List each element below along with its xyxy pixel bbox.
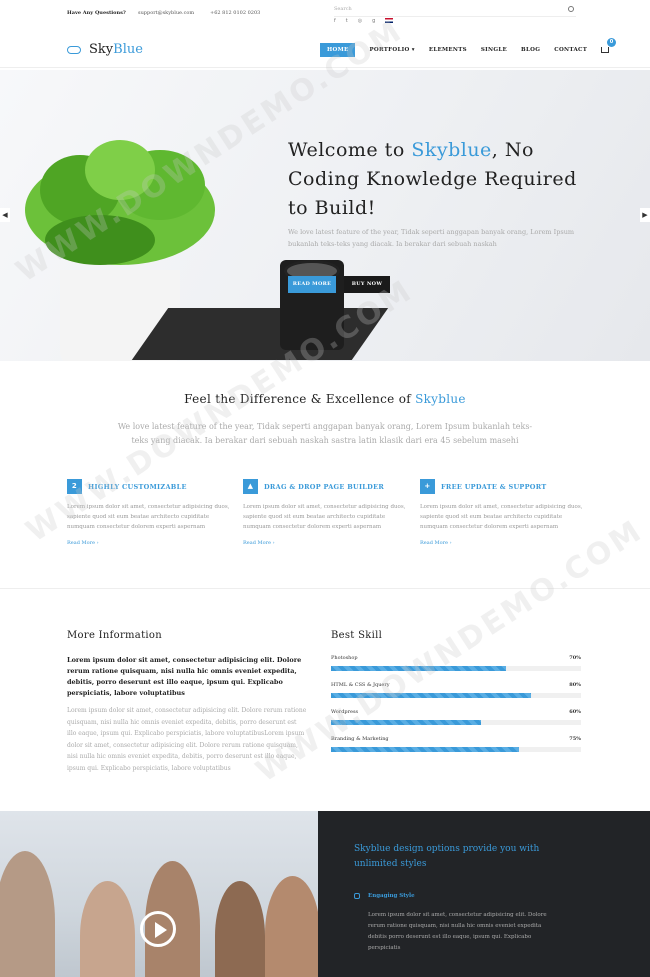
- top-bar: Have Any Questions? support@skyblue.com …: [0, 0, 650, 30]
- features-title: Feel the Difference & Excellence of Skyb…: [0, 392, 650, 406]
- styles-panel: Skyblue design options provide you with …: [318, 811, 650, 977]
- features-title-a: Feel the Difference & Excellence of: [184, 392, 411, 406]
- person-figure: [80, 881, 135, 977]
- facebook-icon[interactable]: f: [334, 18, 336, 24]
- skill-fill: [331, 747, 519, 752]
- nav-portfolio[interactable]: PORTFOLIO ▾: [369, 47, 414, 53]
- person-figure: [265, 876, 318, 977]
- hero-slider: Welcome to Skyblue, No Coding Knowledge …: [0, 70, 650, 361]
- style-text: Lorem ipsum dolor sit amet, consectetur …: [368, 912, 547, 951]
- nav-blog[interactable]: BLOG: [521, 47, 540, 53]
- play-video-icon[interactable]: [140, 911, 176, 947]
- site-header: SkyBlue HOME PORTFOLIO ▾ ELEMENTS SINGLE…: [0, 34, 650, 68]
- logo-text-a: Sky: [89, 42, 114, 57]
- twitter-icon[interactable]: t: [346, 18, 348, 24]
- logo-text-b: Blue: [113, 42, 143, 57]
- slider-prev-icon[interactable]: ◀: [0, 208, 10, 222]
- social-links: f t ◎ g: [334, 18, 394, 24]
- nav-home[interactable]: HOME: [320, 43, 356, 57]
- skill-bar: Wordpress 60%: [331, 709, 581, 725]
- feature-card: ▲ DRAG & DROP PAGE BUILDER Lorem ipsum do…: [243, 479, 413, 546]
- feature-text: Lorem ipsum dolor sit amet, consectetur …: [243, 504, 406, 530]
- hero-title-a: Welcome to: [288, 139, 405, 161]
- phone-text: +62 812 0102 0203: [210, 10, 261, 16]
- hand-icon: [354, 893, 360, 899]
- team-photo: [0, 811, 318, 977]
- skill-bar: Photoshop 70%: [331, 655, 581, 671]
- section-divider: [0, 588, 650, 589]
- search-placeholder: Search: [334, 6, 352, 12]
- read-more-link[interactable]: Read More ›: [420, 540, 590, 546]
- feature-title: HIGHLY CUSTOMIZABLE: [88, 482, 187, 491]
- skill-name: Wordpress: [331, 709, 359, 715]
- info-body: Lorem ipsum dolor sit amet, consectetur …: [67, 707, 307, 772]
- nav-elements[interactable]: ELEMENTS: [429, 47, 467, 53]
- hero-title: Welcome to Skyblue, No Coding Knowledge …: [288, 136, 588, 223]
- skill-pct: 80%: [569, 682, 581, 688]
- skill-pct: 75%: [569, 736, 581, 742]
- feature-text: Lorem ipsum dolor sit amet, consectetur …: [67, 504, 230, 530]
- cart-badge: 0: [607, 38, 617, 47]
- uk-flag-icon[interactable]: [385, 18, 394, 23]
- instagram-icon[interactable]: ◎: [358, 18, 362, 24]
- skill-fill: [331, 693, 531, 698]
- question-text: Have Any Questions?: [67, 10, 126, 16]
- read-more-button[interactable]: READ MORE: [288, 276, 336, 293]
- nav-single[interactable]: SINGLE: [481, 47, 507, 53]
- skill-bar: Branding & Marketing 75%: [331, 736, 581, 752]
- slider-next-icon[interactable]: ▶: [640, 208, 650, 222]
- camera-lens-image: [280, 260, 344, 350]
- skill-fill: [331, 666, 506, 671]
- info-lead: Lorem ipsum dolor sit amet, consectetur …: [67, 656, 302, 697]
- number-icon: 2: [67, 479, 82, 494]
- search-icon[interactable]: [568, 6, 574, 12]
- feature-card: 2 HIGHLY CUSTOMIZABLE Lorem ipsum dolor s…: [67, 479, 237, 546]
- skill-pct: 70%: [569, 655, 581, 661]
- hero-title-brand: Skyblue: [411, 139, 492, 161]
- skill-name: Photoshop: [331, 655, 358, 661]
- builder-icon: ▲: [243, 479, 258, 494]
- features-subtitle: We love latest feature of the year, Tida…: [117, 422, 533, 445]
- skill-name: HTML & CSS & Jquery: [331, 682, 390, 688]
- feature-text: Lorem ipsum dolor sit amet, consectetur …: [420, 504, 583, 530]
- table-image: [131, 308, 389, 360]
- features-title-brand: Skyblue: [415, 392, 466, 406]
- person-figure: [215, 881, 265, 977]
- nav-contact[interactable]: CONTACT: [554, 47, 587, 53]
- skill-pct: 60%: [569, 709, 581, 715]
- read-more-link[interactable]: Read More ›: [67, 540, 237, 546]
- style-label: Engaging Style: [368, 893, 415, 899]
- main-nav: HOME PORTFOLIO ▾ ELEMENTS SINGLE BLOG CO…: [320, 38, 617, 57]
- cloud-logo-icon: [67, 45, 81, 54]
- email-link[interactable]: support@skyblue.com: [138, 10, 194, 16]
- feature-title: FREE UPDATE & SUPPORT: [441, 482, 547, 491]
- skill-fill: [331, 720, 481, 725]
- info-title: More Information: [67, 630, 162, 641]
- search-input[interactable]: Search: [334, 6, 576, 17]
- skills-title: Best Skill: [331, 630, 383, 641]
- read-more-link[interactable]: Read More ›: [243, 540, 413, 546]
- skill-bar: HTML & CSS & Jquery 80%: [331, 682, 581, 698]
- person-figure: [0, 851, 55, 977]
- skill-name: Branding & Marketing: [331, 736, 389, 742]
- google-plus-icon[interactable]: g: [372, 18, 375, 24]
- buy-now-button[interactable]: BUY NOW: [344, 276, 390, 293]
- feature-title: DRAG & DROP PAGE BUILDER: [264, 482, 385, 491]
- plus-icon: +: [420, 479, 435, 494]
- logo[interactable]: SkyBlue: [67, 42, 143, 57]
- cart-icon[interactable]: 0: [601, 38, 617, 53]
- hero-subtitle: We love latest feature of the year, Tida…: [288, 228, 575, 248]
- plant-image: [25, 140, 215, 265]
- styles-heading: Skyblue design options provide you with …: [354, 844, 540, 869]
- feature-card: + FREE UPDATE & SUPPORT Lorem ipsum dolor…: [420, 479, 590, 546]
